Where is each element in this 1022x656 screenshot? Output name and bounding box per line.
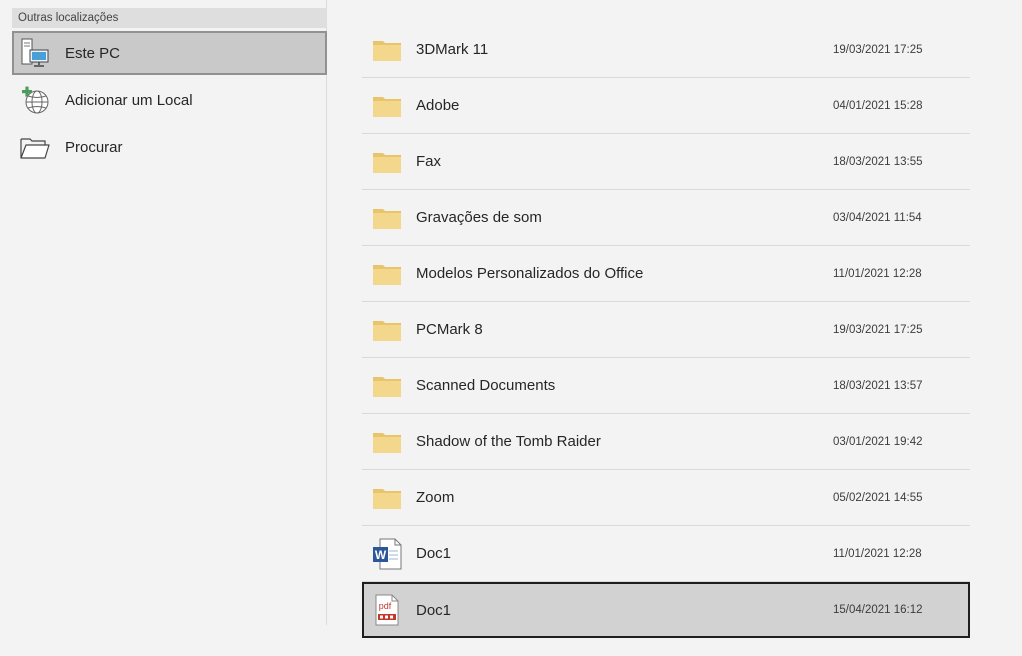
file-row-folder[interactable]: Shadow of the Tomb Raider 03/01/2021 19:… (362, 414, 970, 470)
file-name: Fax (416, 153, 442, 170)
place-this-pc[interactable]: Este PC (12, 31, 327, 75)
folder-icon (372, 259, 402, 289)
folder-icon (372, 483, 402, 513)
file-row-folder[interactable]: Adobe 04/01/2021 15:28 (362, 78, 970, 134)
place-label: Procurar (65, 138, 123, 156)
place-add-location[interactable]: Adicionar um Local (12, 78, 327, 122)
computer-icon (18, 36, 52, 70)
file-name: Modelos Personalizados do Office (416, 265, 644, 282)
file-row-pdf-document-selected[interactable]: pdf Doc1 15/04/2021 16:12 (362, 582, 970, 638)
file-row-folder[interactable]: Zoom 05/02/2021 14:55 (362, 470, 970, 526)
file-row-folder[interactable]: Fax 18/03/2021 13:55 (362, 134, 970, 190)
place-browse[interactable]: Procurar (12, 125, 327, 169)
file-name: Zoom (416, 489, 455, 506)
file-row-folder[interactable]: Modelos Personalizados do Office 11/01/2… (362, 246, 970, 302)
file-row-folder[interactable]: 3DMark 11 19/03/2021 17:25 (362, 22, 970, 78)
file-row-folder[interactable]: PCMark 8 19/03/2021 17:25 (362, 302, 970, 358)
folder-icon (372, 147, 402, 177)
file-modified-date: 03/04/2021 11:54 (833, 211, 922, 224)
file-modified-date: 03/01/2021 19:42 (833, 435, 923, 448)
file-row-folder[interactable]: Gravações de som 03/04/2021 11:54 (362, 190, 970, 246)
file-name: Scanned Documents (416, 377, 556, 394)
file-name: Gravações de som (416, 209, 542, 226)
pdf-document-icon: pdf (372, 594, 402, 626)
file-name: Shadow of the Tomb Raider (416, 433, 601, 450)
section-header-other-locations: Outras localizações (12, 8, 327, 28)
file-modified-date: 15/04/2021 16:12 (833, 604, 923, 616)
word-glyph: W (375, 548, 387, 562)
file-modified-date: 11/01/2021 12:28 (833, 547, 922, 560)
file-name: 3DMark 11 (416, 41, 489, 58)
folder-icon (372, 315, 402, 345)
open-folder-icon (18, 130, 52, 164)
file-row-word-document[interactable]: W Doc1 11/01/2021 12:28 (362, 526, 970, 582)
add-place-globe-icon (18, 83, 52, 117)
place-label: Este PC (65, 44, 121, 62)
pdf-glyph: pdf (379, 601, 392, 611)
file-row-folder[interactable]: Scanned Documents 18/03/2021 13:57 (362, 358, 970, 414)
folder-icon (372, 371, 402, 401)
file-modified-date: 04/01/2021 15:28 (833, 99, 923, 112)
file-modified-date: 05/02/2021 14:55 (833, 491, 923, 504)
file-modified-date: 19/03/2021 17:25 (833, 43, 923, 56)
file-modified-date: 19/03/2021 17:25 (833, 323, 923, 336)
folder-icon (372, 427, 402, 457)
folder-icon (372, 203, 402, 233)
file-modified-date: 11/01/2021 12:28 (833, 267, 922, 280)
file-name: PCMark 8 (416, 321, 483, 338)
other-locations-pane: Outras localizações Este PC Adicionar um… (0, 0, 327, 625)
file-name: Adobe (416, 97, 460, 114)
file-modified-date: 18/03/2021 13:55 (833, 155, 923, 168)
file-name: Doc1 (416, 545, 452, 562)
place-label: Adicionar um Local (65, 91, 193, 109)
word-document-icon: W (372, 538, 402, 569)
file-modified-date: 18/03/2021 13:57 (833, 379, 923, 392)
folder-icon (372, 35, 402, 65)
folder-icon (372, 91, 402, 121)
file-name: Doc1 (416, 601, 452, 619)
file-list: 3DMark 11 19/03/2021 17:25 Adobe 04/01/2… (362, 22, 970, 638)
